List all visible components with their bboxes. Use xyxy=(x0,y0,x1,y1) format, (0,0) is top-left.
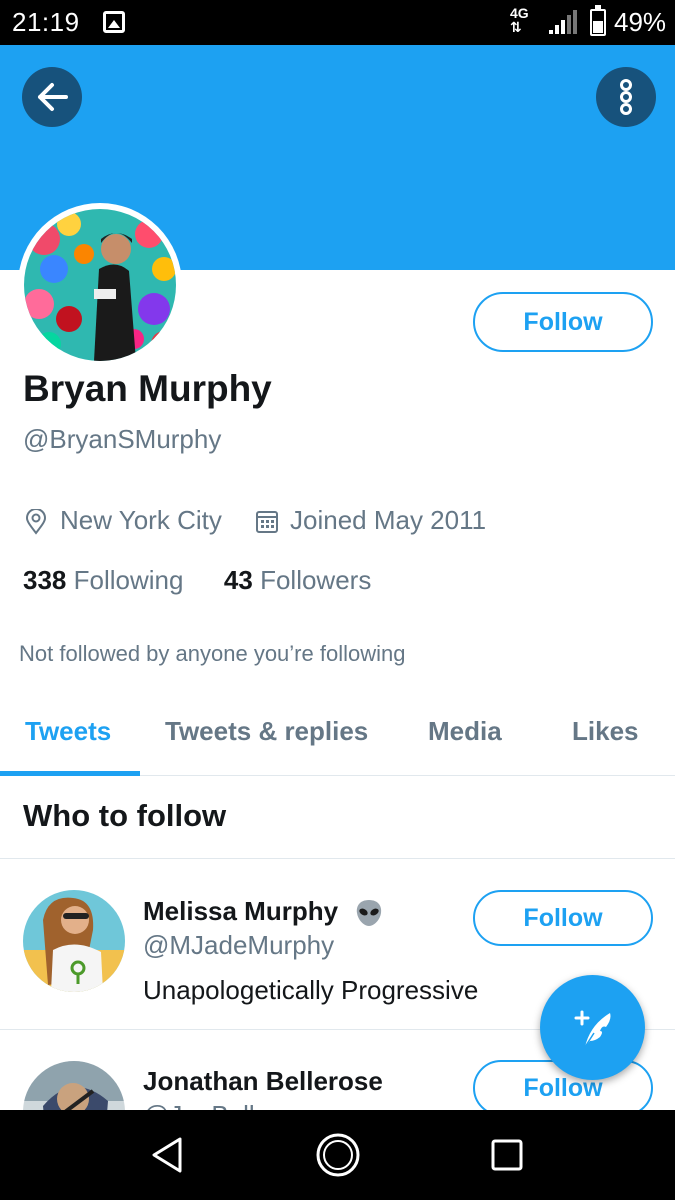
compose-tweet-icon xyxy=(574,1010,611,1048)
profile-name: Bryan Murphy xyxy=(23,368,272,409)
profile-location: New York City xyxy=(60,505,222,535)
followers-count: 43 xyxy=(223,565,253,595)
divider xyxy=(0,858,675,859)
system-nav-bar xyxy=(0,1110,675,1200)
followers-link[interactable]: 43 Followers xyxy=(224,565,371,595)
avatar-photo xyxy=(23,890,125,992)
network-indicator: 4G ⇅ xyxy=(510,5,529,35)
profile-stats: 338 Following 43 Followers xyxy=(23,565,371,596)
following-count: 338 xyxy=(23,565,67,595)
battery-percent: 49% xyxy=(614,7,667,37)
tab-likes[interactable]: Likes xyxy=(572,716,639,747)
avatar-photo xyxy=(23,1061,125,1110)
suggestion-follow-button[interactable]: Follow xyxy=(473,890,653,946)
battery-icon xyxy=(590,5,606,36)
home-circle-icon[interactable] xyxy=(315,1132,361,1178)
recents-square-icon[interactable] xyxy=(490,1138,524,1172)
suggestion-handle: @JonBellerose xyxy=(143,1100,320,1110)
who-to-follow-title: Who to follow xyxy=(23,798,227,833)
suggestion-avatar[interactable] xyxy=(23,890,125,992)
location-pin-icon xyxy=(25,509,47,535)
network-type: 4G xyxy=(510,5,529,21)
followed-by-context: Not followed by anyone you’re following xyxy=(19,641,406,666)
avatar-photo xyxy=(24,209,176,361)
following-link[interactable]: 338 Following xyxy=(23,565,183,595)
more-vertical-icon xyxy=(620,79,632,115)
profile-avatar[interactable] xyxy=(18,203,182,367)
calendar-icon xyxy=(256,511,278,533)
suggestion-name: Melissa Murphy xyxy=(143,896,385,928)
compose-tweet-button[interactable] xyxy=(540,975,645,1080)
suggestion-bio: Unapologetically Progressive xyxy=(143,975,479,1005)
profile-tabs: Tweets Tweets & replies Media Likes xyxy=(0,700,675,776)
back-button[interactable] xyxy=(22,67,82,127)
profile-joined: Joined May 2011 xyxy=(290,505,487,535)
suggestion-avatar[interactable] xyxy=(23,1061,125,1110)
suggestion-name-text: Melissa Murphy xyxy=(143,896,339,926)
tab-tweets-replies[interactable]: Tweets & replies xyxy=(165,716,368,747)
suggestion-name: Jonathan Bellerose xyxy=(143,1066,383,1096)
active-tab-indicator xyxy=(0,771,140,776)
status-time: 21:19 xyxy=(12,7,80,37)
tab-tweets[interactable]: Tweets xyxy=(25,716,111,747)
followers-label: Followers xyxy=(260,565,372,595)
image-icon xyxy=(103,11,125,33)
more-options-button[interactable] xyxy=(596,67,656,127)
status-bar: 21:19 4G ⇅ 49% xyxy=(0,0,675,45)
tab-media[interactable]: Media xyxy=(428,716,502,747)
alien-emoji-icon xyxy=(357,900,382,927)
back-triangle-icon[interactable] xyxy=(150,1136,184,1174)
follow-button[interactable]: Follow xyxy=(473,292,653,352)
suggestion-handle: @MJadeMurphy xyxy=(143,930,335,960)
profile-handle: @BryanSMurphy xyxy=(23,424,222,454)
following-label: Following xyxy=(73,565,184,595)
signal-icon xyxy=(549,10,577,34)
arrow-left-icon xyxy=(38,83,68,111)
